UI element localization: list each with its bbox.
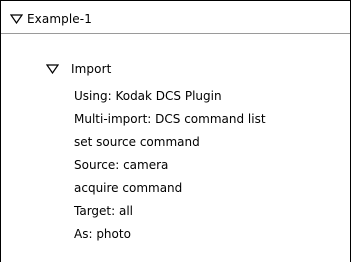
tree-row-import[interactable]: Import bbox=[1, 55, 350, 83]
action-tree-panel: Example-1 Import Using: Kodak DCS Plugin… bbox=[0, 0, 351, 262]
tree-step-item[interactable]: Multi-import: DCS command list bbox=[74, 108, 266, 130]
tree-step-item[interactable]: set source command bbox=[74, 131, 200, 153]
tree-step-item[interactable]: Target: all bbox=[74, 200, 133, 222]
tree-step-item[interactable]: Source: camera bbox=[74, 154, 168, 176]
disclosure-triangle-down-icon[interactable] bbox=[45, 62, 59, 76]
tree-step-item[interactable]: acquire command bbox=[74, 177, 182, 199]
tree-child-label: Import bbox=[71, 62, 112, 76]
tree-row-example-1[interactable]: Example-1 bbox=[1, 5, 350, 34]
tree-root-label: Example-1 bbox=[27, 12, 92, 26]
tree-step-item[interactable]: As: photo bbox=[74, 223, 131, 245]
tree-step-item[interactable]: Using: Kodak DCS Plugin bbox=[74, 85, 222, 107]
disclosure-triangle-down-icon[interactable] bbox=[9, 12, 23, 26]
